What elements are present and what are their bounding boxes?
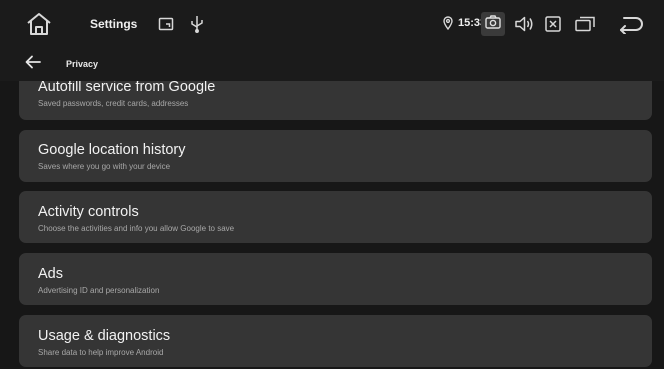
list-item-subtitle: Saves where you go with your device [38, 162, 171, 171]
page-title: Privacy [66, 59, 99, 69]
usb-icon [190, 15, 204, 33]
recents-icon[interactable] [574, 15, 596, 33]
list-item-ads[interactable]: Ads Advertising ID and personalization [19, 253, 652, 305]
privacy-settings-list[interactable]: Autofill service from Google Saved passw… [0, 81, 664, 369]
list-item-autofill[interactable]: Autofill service from Google Saved passw… [19, 81, 652, 120]
list-item-subtitle: Advertising ID and personalization [38, 286, 160, 295]
camera-icon [485, 14, 501, 34]
app-bar [0, 48, 664, 81]
back-icon[interactable] [618, 14, 644, 34]
screenshot-button[interactable] [481, 12, 505, 36]
list-item-usage-diagnostics[interactable]: Usage & diagnostics Share data to help i… [19, 315, 652, 367]
location-icon [443, 16, 453, 30]
list-item-activity-controls[interactable]: Activity controls Choose the activities … [19, 191, 652, 243]
list-item-location-history[interactable]: Google location history Saves where you … [19, 130, 652, 182]
cast-icon [158, 16, 174, 32]
list-item-title: Autofill service from Google [38, 81, 216, 95]
list-item-title: Google location history [38, 142, 186, 158]
list-item-title: Ads [38, 266, 63, 282]
list-item-title: Activity controls [38, 204, 139, 220]
list-item-title: Usage & diagnostics [38, 328, 171, 344]
home-icon[interactable] [26, 12, 52, 36]
back-arrow-icon[interactable] [25, 55, 41, 69]
close-box-icon[interactable] [544, 15, 562, 33]
volume-icon[interactable] [514, 15, 534, 33]
status-bar: Settings 15:33 [0, 0, 664, 48]
list-item-subtitle: Choose the activities and info you allow… [38, 224, 235, 233]
list-item-subtitle: Saved passwords, credit cards, addresses [38, 99, 189, 108]
list-item-subtitle: Share data to help improve Android [38, 348, 164, 357]
status-bar-title: Settings [90, 17, 138, 31]
